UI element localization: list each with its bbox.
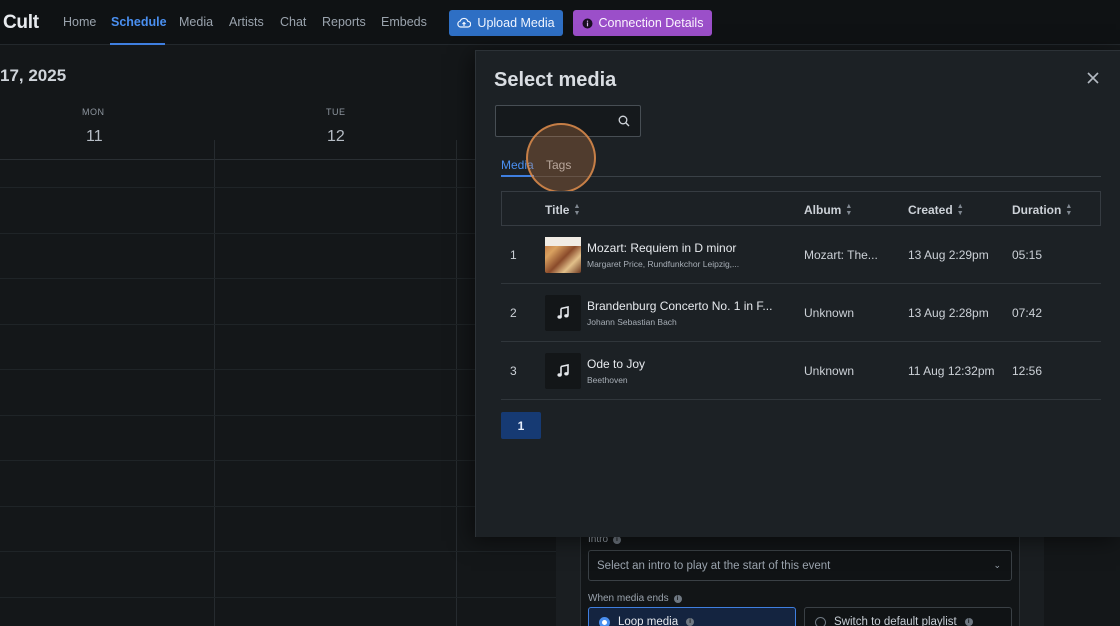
track-created: 11 Aug 12:32pm [908,364,995,378]
sort-icon: ▲ ▼ [956,203,964,217]
click-indicator [526,123,596,193]
intro-select[interactable]: Select an intro to play at the start of … [588,550,1012,581]
loop-media-option[interactable]: Loop media i [588,607,796,626]
sort-icon: ▲ ▼ [573,203,581,217]
track-artist: Margaret Price, Rundfunkchor Leipzig,... [587,259,740,269]
day-number-11[interactable]: 11 [86,128,103,146]
search-icon[interactable] [618,115,630,127]
connection-details-button[interactable]: Connection Details [573,10,712,36]
intro-select-placeholder: Select an intro to play at the start of … [597,559,831,572]
column-duration[interactable]: Duration ▲ ▼ [1012,203,1072,217]
sort-icon: ▲ ▼ [1065,203,1073,217]
calendar-slot-line [0,551,560,552]
nav-reports[interactable]: Reports [322,15,366,29]
loop-media-label: Loop media [618,616,679,626]
nav-home[interactable]: Home [63,15,96,29]
switch-default-playlist-label: Switch to default playlist [834,616,957,626]
track-artist: Beethoven [587,375,628,385]
track-duration: 12:56 [1012,364,1043,378]
select-media-modal: Select media Media Tags Title ▲ ▼ Album ▲… [475,50,1120,537]
music-note-icon [545,353,581,389]
info-icon [582,18,593,28]
chevron-down-icon: ⌄ [993,560,1001,570]
calendar-date-title: 17, 2025 [0,66,67,85]
table-header: Title ▲ ▼ Album ▲ ▼ Created ▲ ▼ Duration ▲ ▼ [501,191,1101,226]
media-ends-label-text: When media ends [588,593,669,604]
info-icon[interactable]: i [686,618,695,626]
upload-media-label: Upload Media [477,16,555,30]
column-created[interactable]: Created ▲ ▼ [908,203,964,217]
nav-active-indicator [110,43,165,45]
switch-default-playlist-option[interactable]: Switch to default playlist i [804,607,1012,626]
media-ends-label: When media ends i [588,593,682,604]
track-title: Mozart: Requiem in D minor [587,241,737,255]
row-index: 3 [510,364,517,378]
calendar-slot-line [0,597,560,598]
day-of-week-mon: MON [82,107,105,117]
track-created: 13 Aug 2:28pm [908,306,989,320]
active-tab-indicator [501,175,534,177]
info-icon[interactable]: i [964,618,973,626]
nav-embeds[interactable]: Embeds [381,15,427,29]
info-icon[interactable]: i [673,594,682,603]
radio-selected-icon [599,616,610,626]
column-album-label: Album [804,203,842,217]
upload-media-button[interactable]: Upload Media [449,10,563,36]
track-album: Mozart: The... [804,248,878,262]
brand-logo[interactable]: Cult [3,12,39,34]
music-note-icon [545,295,581,331]
sort-icon: ▲ ▼ [845,203,853,217]
column-album[interactable]: Album ▲ ▼ [804,203,852,217]
calendar-column-divider [456,140,457,626]
connection-details-label: Connection Details [598,16,704,30]
tabs-divider [501,176,1101,177]
nav-schedule[interactable]: Schedule [111,15,167,29]
nav-artists[interactable]: Artists [229,15,264,29]
close-icon[interactable] [1086,71,1100,85]
track-duration: 07:42 [1012,306,1043,320]
track-title: Brandenburg Concerto No. 1 in F... [587,299,773,313]
column-duration-label: Duration [1012,203,1062,217]
modal-title: Select media [494,69,617,91]
pagination-page-button[interactable]: 1 [501,412,541,439]
column-created-label: Created [908,203,953,217]
track-created: 13 Aug 2:29pm [908,248,989,262]
column-title-label: Title [545,203,570,217]
track-artist: Johann Sebastian Bach [587,317,677,327]
nav-chat[interactable]: Chat [280,15,306,29]
calendar-column-divider [214,140,215,626]
cloud-upload-icon [457,17,472,28]
table-row[interactable]: 3 Ode to Joy Beethoven Unknown 11 Aug 12… [501,342,1101,400]
table-row[interactable]: 2 Brandenburg Concerto No. 1 in F... Joh… [501,284,1101,342]
track-title: Ode to Joy [587,357,646,371]
table-row[interactable]: 1 Mozart: Requiem in D minor Margaret Pr… [501,226,1101,284]
track-album: Unknown [804,364,855,378]
row-index: 2 [510,306,517,320]
column-title[interactable]: Title ▲ ▼ [545,203,580,217]
nav-media[interactable]: Media [179,15,213,29]
row-index: 1 [510,248,517,262]
track-duration: 05:15 [1012,248,1043,262]
day-number-12[interactable]: 12 [327,128,345,146]
top-nav: Cult Home Schedule Media Artists Chat Re… [0,0,1120,45]
day-of-week-tue: TUE [326,107,346,117]
album-art-thumbnail [545,237,581,273]
radio-unselected-icon [815,616,826,626]
track-album: Unknown [804,306,855,320]
